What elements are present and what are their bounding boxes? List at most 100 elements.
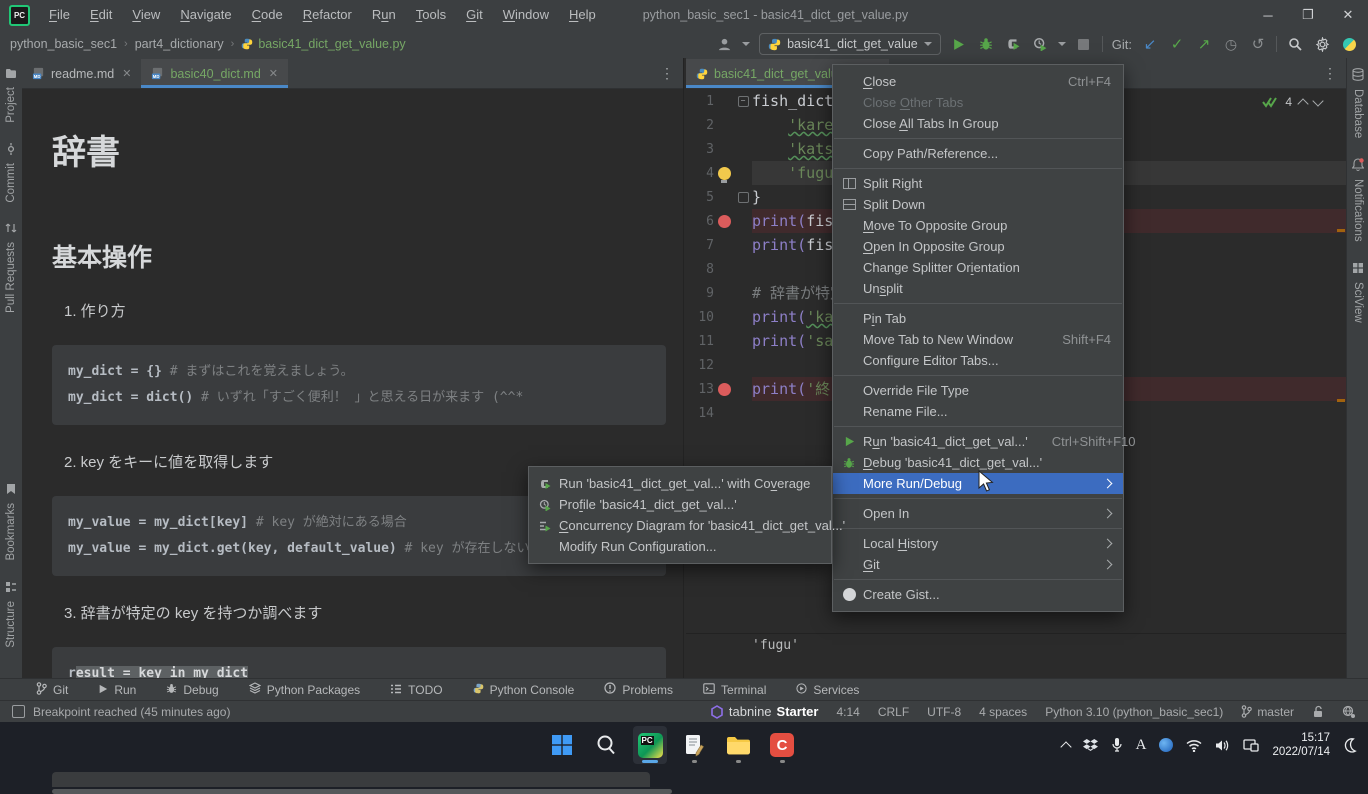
menu-refactor[interactable]: Refactor: [294, 0, 361, 30]
menu-item-pin-tab[interactable]: Pin Tab: [833, 308, 1123, 329]
indent-style[interactable]: 4 spaces: [979, 705, 1027, 719]
line-number[interactable]: 8: [686, 262, 714, 277]
menu-item-open-in-opposite-group[interactable]: Open In Opposite Group: [833, 236, 1123, 257]
line-number[interactable]: 11: [686, 334, 714, 349]
menu-item-split-right[interactable]: Split Right: [833, 173, 1123, 194]
git-push-button[interactable]: ↗: [1195, 35, 1213, 53]
inspection-widget[interactable]: 4: [1256, 93, 1328, 111]
menu-item-unsplit[interactable]: Unsplit: [833, 278, 1123, 299]
line-separator[interactable]: CRLF: [878, 705, 909, 719]
taskbar-explorer-button[interactable]: [721, 726, 755, 764]
caret-position[interactable]: 4:14: [836, 705, 859, 719]
toolwindow-database[interactable]: Database: [1347, 58, 1368, 148]
breadcrumb-item[interactable]: python_basic_sec1: [10, 37, 117, 51]
profiler-button[interactable]: [1031, 35, 1049, 53]
menu-item-modify-run-configuration[interactable]: Modify Run Configuration...: [529, 536, 831, 557]
debug-button[interactable]: [977, 35, 995, 53]
moon-icon[interactable]: [1343, 738, 1358, 753]
breakpoint-icon[interactable]: [718, 383, 731, 396]
profiler-caret-icon[interactable]: [1058, 42, 1066, 46]
line-number[interactable]: 12: [686, 358, 714, 373]
mic-icon[interactable]: [1111, 737, 1123, 753]
menu-item-open-in[interactable]: Open In: [833, 503, 1123, 524]
rollback-button[interactable]: ↺: [1249, 35, 1267, 53]
menu-item-close[interactable]: CloseCtrl+F4: [833, 71, 1123, 92]
intention-bulb-icon[interactable]: [718, 167, 731, 180]
cast-icon[interactable]: [1243, 738, 1259, 752]
settings-button[interactable]: [1313, 35, 1331, 53]
line-number[interactable]: 13: [686, 382, 714, 397]
menu-view[interactable]: View: [123, 0, 169, 30]
run-configuration-select[interactable]: basic41_dict_get_value: [759, 33, 941, 55]
preview-hscrollbar[interactable]: [52, 789, 672, 794]
taskbar-search-button[interactable]: [589, 726, 623, 764]
menu-item-copy-path-reference[interactable]: Copy Path/Reference...: [833, 143, 1123, 164]
tabnine-widget[interactable]: tabnineStarter: [710, 704, 819, 719]
line-number[interactable]: 2: [686, 118, 714, 133]
menu-tools[interactable]: Tools: [407, 0, 455, 30]
tab-options-icon[interactable]: ⋮: [660, 65, 683, 82]
menu-run[interactable]: Run: [363, 0, 405, 30]
menu-item-local-history[interactable]: Local History: [833, 533, 1123, 554]
menu-item-profile-basic41-dict-get-val[interactable]: Profile 'basic41_dict_get_val...': [529, 494, 831, 515]
volume-icon[interactable]: [1215, 739, 1230, 752]
fold-marker-icon[interactable]: −: [738, 96, 749, 107]
breadcrumb-item[interactable]: part4_dictionary: [135, 37, 224, 51]
line-number[interactable]: 3: [686, 142, 714, 157]
toolwindow-pull-requests[interactable]: Pull Requests: [0, 212, 22, 323]
menu-item-git[interactable]: Git: [833, 554, 1123, 575]
menu-navigate[interactable]: Navigate: [171, 0, 240, 30]
tab-readme.md[interactable]: MDreadme.md✕: [22, 59, 141, 88]
toolwindow-sciview[interactable]: SciView: [1347, 252, 1368, 333]
menu-item-run-basic41-dict-get-val[interactable]: Run 'basic41_dict_get_val...'Ctrl+Shift+…: [833, 431, 1123, 452]
menu-item-move-tab-to-new-window[interactable]: Move Tab to New WindowShift+F4: [833, 329, 1123, 350]
menu-item-change-splitter-orientation[interactable]: Change Splitter Orientation: [833, 257, 1123, 278]
menu-git[interactable]: Git: [457, 0, 492, 30]
menu-window[interactable]: Window: [494, 0, 558, 30]
menu-item-create-gist[interactable]: Create Gist...: [833, 584, 1123, 605]
restore-button[interactable]: ❐: [1288, 0, 1328, 30]
ime-icon[interactable]: A: [1136, 737, 1147, 754]
breakpoint-icon[interactable]: [718, 215, 731, 228]
tab-close-icon[interactable]: ✕: [269, 67, 278, 80]
tab-basic40_dict.md[interactable]: MDbasic40_dict.md✕: [141, 59, 288, 88]
user-icon[interactable]: [715, 35, 733, 53]
run-button[interactable]: [950, 35, 968, 53]
menu-item-close-all-tabs-in-group[interactable]: Close All Tabs In Group: [833, 113, 1123, 134]
taskbar-camtasia-button[interactable]: C: [765, 726, 799, 764]
tab-options-icon[interactable]: ⋮: [1323, 65, 1346, 82]
prev-problem-icon[interactable]: [1297, 98, 1308, 109]
tray-chevron-icon[interactable]: [1060, 741, 1071, 752]
toolwindow-button-problems[interactable]: Problems: [604, 682, 673, 697]
menu-item-split-down[interactable]: Split Down: [833, 194, 1123, 215]
toolwindow-project[interactable]: Project: [0, 58, 22, 133]
line-number[interactable]: 6: [686, 214, 714, 229]
toolwindow-button-git[interactable]: Git: [36, 682, 68, 698]
toolwindow-notifications[interactable]: Notifications: [1347, 148, 1368, 252]
toolwindow-structure[interactable]: Structure: [0, 571, 22, 658]
close-button[interactable]: ✕: [1328, 0, 1368, 30]
toolwindow-button-services[interactable]: Services: [796, 683, 859, 697]
line-number[interactable]: 10: [686, 310, 714, 325]
line-number[interactable]: 5: [686, 190, 714, 205]
git-commit-button[interactable]: ✓: [1168, 35, 1186, 53]
toolwindow-button-debug[interactable]: Debug: [166, 683, 218, 697]
next-problem-icon[interactable]: [1312, 95, 1323, 106]
breadcrumb-item[interactable]: basic41_dict_get_value.py: [241, 37, 405, 51]
line-number[interactable]: 9: [686, 286, 714, 301]
search-everywhere-button[interactable]: [1286, 35, 1304, 53]
menu-edit[interactable]: Edit: [81, 0, 121, 30]
line-number[interactable]: 7: [686, 238, 714, 253]
menu-item-run-basic41-dict-get-val-with-coverage[interactable]: Run 'basic41_dict_get_val...' with Cover…: [529, 473, 831, 494]
toolwindow-commit[interactable]: Commit: [0, 133, 22, 213]
tab-close-icon[interactable]: ✕: [122, 67, 131, 80]
toolwindow-button-terminal[interactable]: Terminal: [703, 683, 766, 697]
toolwindow-bookmarks[interactable]: Bookmarks: [0, 473, 22, 571]
menu-code[interactable]: Code: [243, 0, 292, 30]
menu-help[interactable]: Help: [560, 0, 605, 30]
toolwindow-button-run[interactable]: Run: [98, 683, 136, 697]
menu-item-override-file-type[interactable]: Override File Type: [833, 380, 1123, 401]
menu-item-concurrency-diagram-for-basic41-dict-get-val[interactable]: Concurrency Diagram for 'basic41_dict_ge…: [529, 515, 831, 536]
start-button[interactable]: [545, 726, 579, 764]
globe-gear-icon[interactable]: [1342, 705, 1356, 719]
